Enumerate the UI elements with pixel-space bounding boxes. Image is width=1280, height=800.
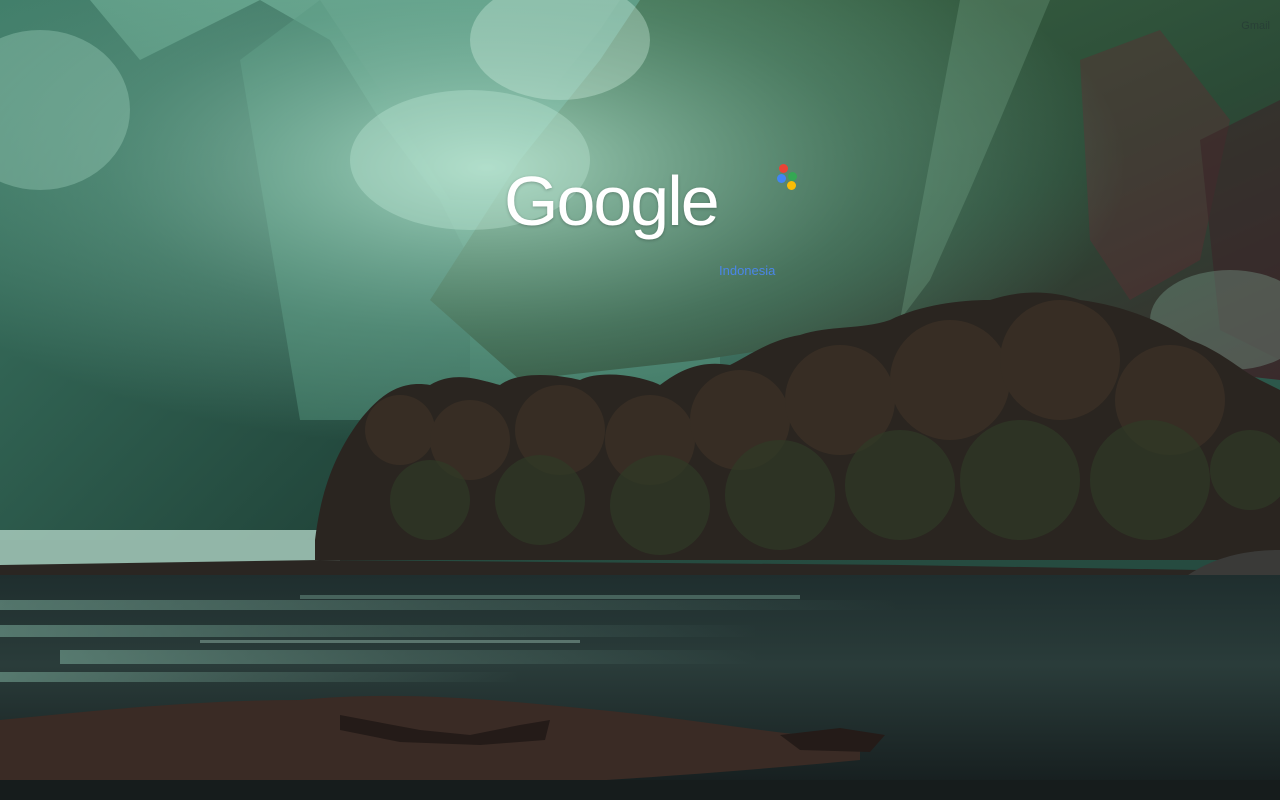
google-wordmark: Google bbox=[504, 162, 720, 240]
google-dot bbox=[787, 181, 796, 190]
google-dot bbox=[779, 164, 788, 173]
google-dot bbox=[788, 172, 797, 181]
region-label: Indonesia bbox=[719, 263, 776, 278]
gmail-link[interactable]: Gmail bbox=[1241, 20, 1270, 32]
background-photo bbox=[0, 0, 1280, 800]
google-logo: Google Indonesia bbox=[500, 160, 810, 290]
google-dots-icon bbox=[777, 164, 801, 190]
google-dot bbox=[777, 174, 786, 183]
